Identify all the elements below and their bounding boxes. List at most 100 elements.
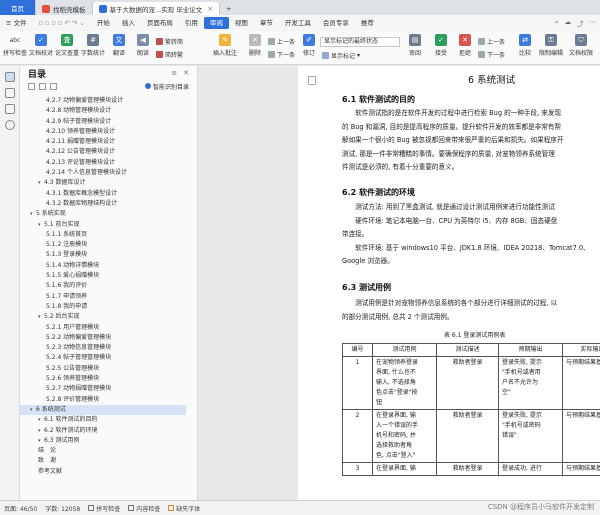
toc-item[interactable]: ▾ 6.1 软件测试的目的 <box>20 415 186 425</box>
up-icon <box>268 38 275 45</box>
search-icon[interactable]: ⌕ <box>555 18 559 28</box>
toc-item[interactable]: 5.1.8 我的申请 <box>20 302 186 312</box>
tab-document[interactable]: 基于大数据的宠...实现 毕业论文 × <box>92 2 221 15</box>
toc-item[interactable]: 4.3.2 数据库物理结构设计 <box>20 199 186 209</box>
markup-state-select[interactable]: 显示标记的最终状态 <box>320 37 400 47</box>
toc-controls: ≡ ✕ <box>171 69 197 77</box>
toc-item[interactable]: 致 谢 <box>20 456 186 466</box>
next-comment-button[interactable]: 下一条 <box>268 50 295 59</box>
toc-item[interactable]: 4.2.9 帖子管理模块设计 <box>20 117 186 127</box>
translate-button[interactable]: 文翻译 <box>106 34 132 57</box>
menu-item-0[interactable]: 开始 <box>91 17 116 29</box>
page-indicator[interactable]: 页面: 46/50 <box>4 504 37 513</box>
paragraph-6-2: 测试方法: 用到了黑盒测试, 就是通过设计测试用例来进行功能性测试 硬件环境: … <box>342 201 600 269</box>
spell-check-button[interactable]: abc 拼写检查 <box>2 34 28 57</box>
toc-item[interactable]: 5.2.8 评价管理模块 <box>20 395 186 405</box>
toc-item[interactable]: 4.2.12 公告管理模块设计 <box>20 147 186 157</box>
next-change-button[interactable]: 下一条 <box>478 50 505 59</box>
toc-item[interactable]: ▾ 5 系统实现 <box>20 209 186 219</box>
reviewing-pane-button[interactable]: ▤ 审阅 <box>402 34 428 57</box>
menu-item-6[interactable]: 章节 <box>254 17 279 29</box>
menu-item-8[interactable]: 会员专享 <box>317 17 355 29</box>
toc-item[interactable]: 5.2.5 公告管理模块 <box>20 364 186 374</box>
more-icon[interactable]: ≡ <box>171 69 177 77</box>
insert-comment-button[interactable]: ✎ 插入批注 <box>210 34 240 57</box>
toc-item[interactable]: 4.2.8 动物管理模块设计 <box>20 106 186 116</box>
menu-item-2[interactable]: 页面布局 <box>141 17 179 29</box>
menu-item-1[interactable]: 插入 <box>116 17 141 29</box>
toc-item[interactable]: 5.2.2 动物偏爱管理模块 <box>20 333 186 343</box>
more-icon[interactable]: ⋯ <box>590 18 597 28</box>
cloud-icon[interactable]: ☁ <box>565 18 572 28</box>
toc-item[interactable]: 4.3.1 数据库概念模型设计 <box>20 189 186 199</box>
close-icon[interactable]: ✕ <box>183 69 189 77</box>
menu-item-9[interactable]: 推荐 <box>355 17 380 29</box>
toc-item[interactable]: 5.1.3 登录模块 <box>20 250 186 260</box>
collapse-icon[interactable] <box>39 82 46 90</box>
reject-button[interactable]: ✕ 拒绝 <box>452 34 478 57</box>
accept-button[interactable]: ✓ 接受 <box>428 34 454 57</box>
toc-item[interactable]: 4.2.13 评论管理模块设计 <box>20 158 186 168</box>
word-count[interactable]: 字数: 12058 <box>45 504 80 513</box>
toc-item[interactable]: 4.2.14 个人信息管理模块设计 <box>20 168 186 178</box>
toc-item[interactable]: 结 论 <box>20 446 186 456</box>
restrict-button[interactable]: ⚿ 限制编辑 <box>538 34 564 57</box>
bookmark-icon[interactable] <box>4 88 15 98</box>
thumbnail-icon[interactable] <box>4 104 15 114</box>
toc-item[interactable]: 5.1.4 动物详情模块 <box>20 261 186 271</box>
compare-button[interactable]: ⇄ 比较 <box>512 34 538 57</box>
toc-item[interactable]: ▾ 5.2 后台实现 <box>20 312 186 322</box>
search-icon[interactable] <box>4 120 15 130</box>
prev-comment-button[interactable]: 上一条 <box>268 37 295 46</box>
menu-item-5[interactable]: 视图 <box>229 17 254 29</box>
menu-file[interactable]: ≡ 文件 <box>0 17 32 29</box>
toc-item[interactable]: 5.2.3 动物信息管理模块 <box>20 343 186 353</box>
toc-item[interactable]: ▾ 6.2 软件测试的环境 <box>20 426 186 436</box>
level-icon[interactable] <box>50 82 57 90</box>
spell-check-status[interactable]: 拼写检查 <box>88 504 120 513</box>
simp-to-trad-button[interactable]: 简转繁 <box>156 50 183 59</box>
track-changes-button[interactable]: ✐ 修订 <box>296 34 322 57</box>
doc-proof-button[interactable]: ✓ 文档校对 <box>28 34 54 57</box>
tab-template[interactable]: 找稻壳模板 <box>36 2 93 15</box>
word-count-button[interactable]: # 字数统计 <box>80 34 106 57</box>
toc-icon[interactable] <box>4 72 15 82</box>
menu-item-4[interactable]: 审阅 <box>203 17 229 29</box>
toc-item[interactable]: 5.2.4 帖子管理管理模块 <box>20 353 186 363</box>
toc-item[interactable]: 5.1.7 申请领养 <box>20 292 186 302</box>
show-markup-dropdown[interactable]: 显示标记 ▾ <box>322 51 360 60</box>
toc-item[interactable]: 4.2.11 捐赠管理模块设计 <box>20 137 186 147</box>
delete-comment-button[interactable]: ✕ 删除 <box>242 34 268 57</box>
dup-check-button[interactable]: 査论文查重 <box>54 34 80 57</box>
doc-permission-button[interactable]: ⛉ 文档权限 <box>564 34 598 57</box>
toc-item[interactable]: 5.1.1 系统首页 <box>20 230 186 240</box>
toc-item[interactable]: 参考文献 <box>20 467 186 477</box>
toc-item[interactable]: 5.2.1 用户管理模块 <box>20 323 186 333</box>
toc-item[interactable]: 4.2.7 动物偏爱管理模块设计 <box>20 96 186 106</box>
missing-font-status[interactable]: 缺失字体 <box>168 504 200 513</box>
toc-item[interactable]: 5.2.6 领养管理模块 <box>20 374 186 384</box>
toc-item[interactable]: ▾ 4.3 数据库设计 <box>20 178 186 188</box>
read-aloud-button[interactable]: ◀ 朗读 <box>130 34 156 57</box>
trad-to-simp-button[interactable]: 繁转简 <box>156 37 183 46</box>
toc-item[interactable]: ▾ 5.1 前台实现 <box>20 220 186 230</box>
toc-item[interactable]: 5.1.2 注册模块 <box>20 240 186 250</box>
share-icon[interactable]: ⤴ <box>577 18 584 28</box>
expand-icon[interactable] <box>28 82 35 90</box>
menu-item-3[interactable]: 引用 <box>179 17 204 29</box>
close-tab-icon[interactable]: × <box>207 5 213 13</box>
toc-item[interactable]: 5.1.6 我的评价 <box>20 281 186 291</box>
table-caption: 表 6.1 登录测试用例表 <box>444 332 506 339</box>
content-check-status[interactable]: 内容检查 <box>128 504 160 513</box>
menu-item-7[interactable]: 开发工具 <box>279 17 317 29</box>
prev-change-button[interactable]: 上一条 <box>478 37 505 46</box>
quick-access-icons[interactable]: ▫ ▫ ▫ ▫ ↶ ↷ ⌄ <box>32 17 90 29</box>
toc-item[interactable]: 5.2.7 动物捐赠管理模块 <box>20 384 186 394</box>
toc-item[interactable]: ▾ 6.3 测试用例 <box>20 436 186 446</box>
tab-home[interactable]: 首页 <box>0 0 36 15</box>
toc-item[interactable]: 5.1.5 爱心捐赠模块 <box>20 271 186 281</box>
toc-item[interactable]: 4.2.10 领养管理模块设计 <box>20 127 186 137</box>
smart-toc-button[interactable]: 智能识别目录 <box>144 82 189 91</box>
new-tab-button[interactable]: + <box>220 2 237 15</box>
toc-item[interactable]: ▾ 6 系统测试 <box>20 404 186 416</box>
